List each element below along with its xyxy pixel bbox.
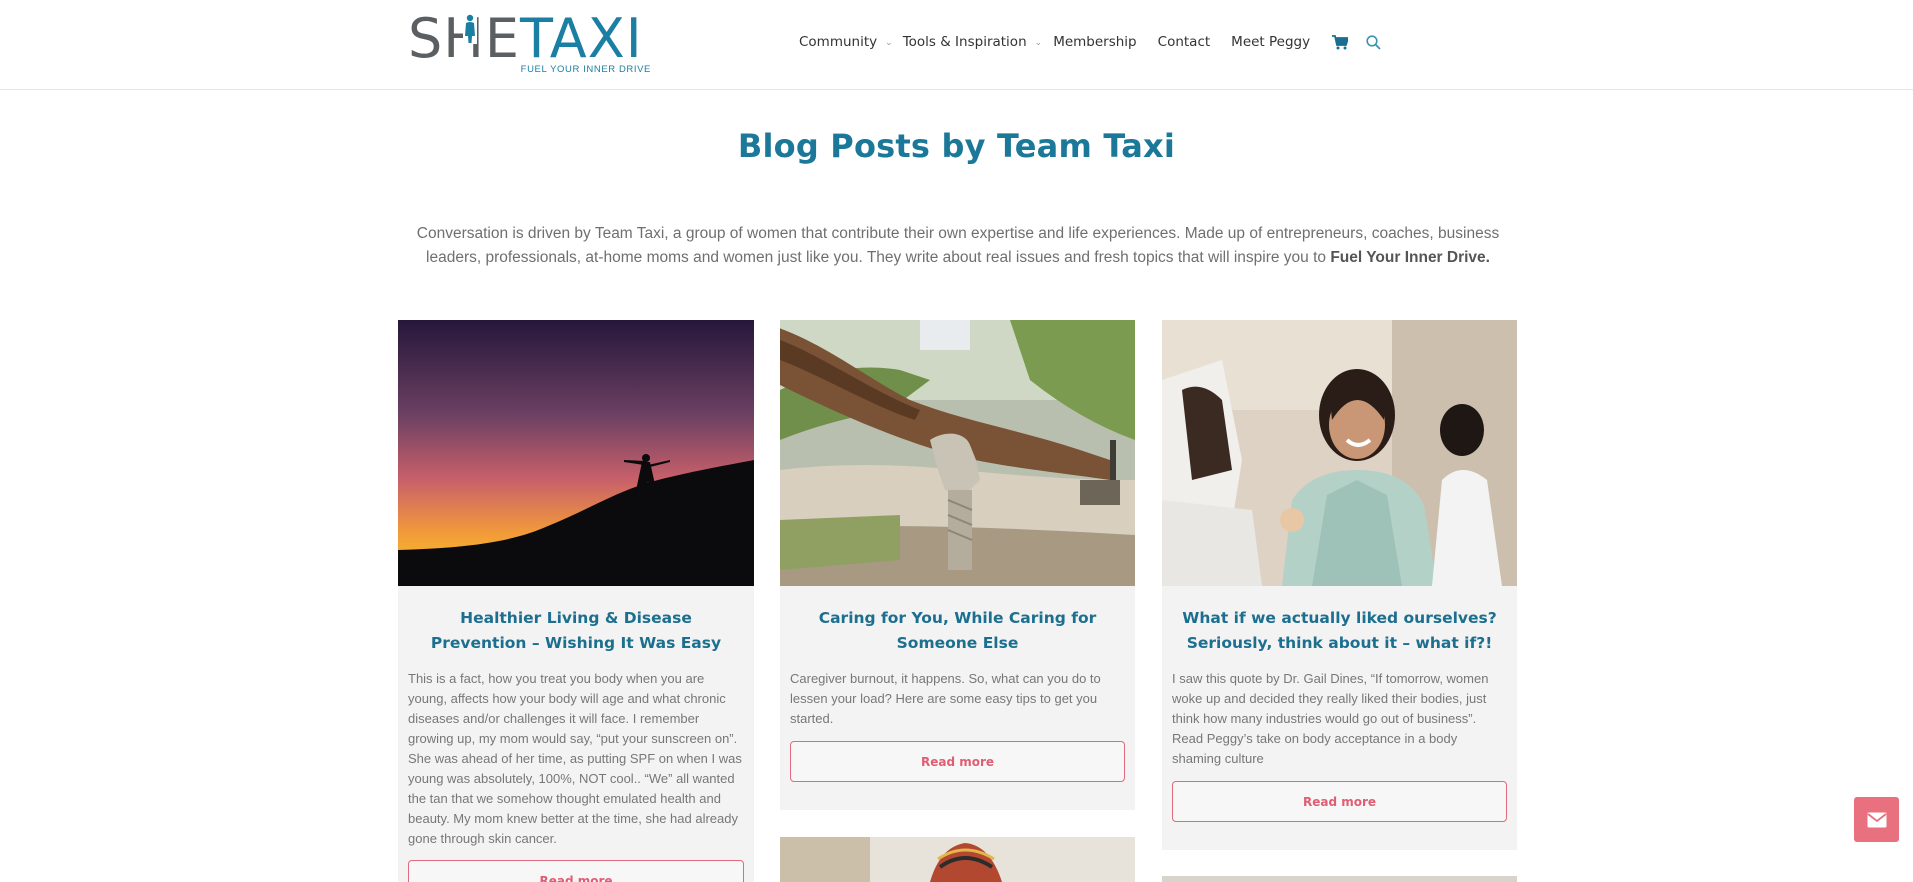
post-title[interactable]: What if we actually liked ourselves? Ser… — [1174, 606, 1505, 656]
blog-card-partial — [1162, 876, 1517, 882]
blog-card: What if we actually liked ourselves? Ser… — [1162, 320, 1517, 850]
nav-item-tools-inspiration[interactable]: Tools & Inspiration ⌄ — [903, 34, 1043, 50]
woman-figure-icon — [463, 14, 477, 44]
shetaxi-logo[interactable]: SHETAXI FUEL YOUR INNER DRIVE — [408, 12, 653, 78]
main-nav: Community ⌄ Tools & Inspiration ⌄ Member… — [799, 30, 1381, 54]
envelope-icon — [1866, 812, 1887, 827]
read-more-button[interactable]: Read more — [790, 741, 1125, 782]
nav-item-contact[interactable]: Contact — [1158, 34, 1211, 50]
nav-item-label: Tools & Inspiration — [902, 34, 1027, 50]
read-more-button[interactable]: Read more — [1172, 781, 1507, 822]
cart-icon[interactable] — [1332, 34, 1349, 50]
logo-wordmark: SHETAXI — [408, 7, 643, 70]
search-icon[interactable] — [1366, 34, 1381, 50]
blog-card-partial — [780, 837, 1135, 882]
floating-contact-button[interactable] — [1854, 797, 1899, 842]
post-image-smiling-women[interactable] — [1162, 320, 1517, 586]
post-image-sunset-yoga[interactable] — [398, 320, 754, 586]
post-title[interactable]: Healthier Living & Disease Prevention – … — [410, 606, 742, 656]
post-title[interactable]: Caring for You, While Caring for Someone… — [792, 606, 1123, 656]
post-excerpt: Caregiver burnout, it happens. So, what … — [790, 671, 1101, 726]
page-intro: Conversation is driven by Team Taxi, a g… — [408, 222, 1508, 270]
logo-tagline: FUEL YOUR INNER DRIVE — [520, 64, 651, 75]
chevron-down-icon: ⌄ — [885, 38, 893, 48]
blog-card: Caring for You, While Caring for Someone… — [780, 320, 1135, 810]
intro-bold-text: Fuel Your Inner Drive. — [1330, 249, 1490, 266]
post-image-partial[interactable] — [1162, 876, 1517, 882]
nav-item-label: Membership — [1053, 34, 1137, 50]
nav-item-meet-peggy[interactable]: Meet Peggy — [1231, 34, 1310, 50]
page-title: Blog Posts by Team Taxi — [737, 127, 1176, 165]
post-excerpt: I saw this quote by Dr. Gail Dines, “If … — [1172, 671, 1489, 766]
nav-item-label: Contact — [1157, 34, 1211, 50]
post-excerpt: This is a fact, how you treat you body w… — [408, 671, 742, 846]
nav-item-membership[interactable]: Membership — [1053, 34, 1136, 50]
nav-item-label: Meet Peggy — [1231, 34, 1311, 50]
nav-item-community[interactable]: Community ⌄ — [799, 34, 893, 50]
post-image-headwrap-woman[interactable] — [780, 837, 1135, 882]
chevron-down-icon: ⌄ — [1034, 38, 1043, 48]
site-header: SHETAXI FUEL YOUR INNER DRIVE Community … — [0, 0, 1913, 90]
post-image-tree-hand[interactable] — [780, 320, 1135, 586]
nav-item-label: Community — [799, 34, 878, 50]
blog-card: Healthier Living & Disease Prevention – … — [398, 320, 754, 882]
read-more-button[interactable]: Read more — [408, 860, 744, 882]
